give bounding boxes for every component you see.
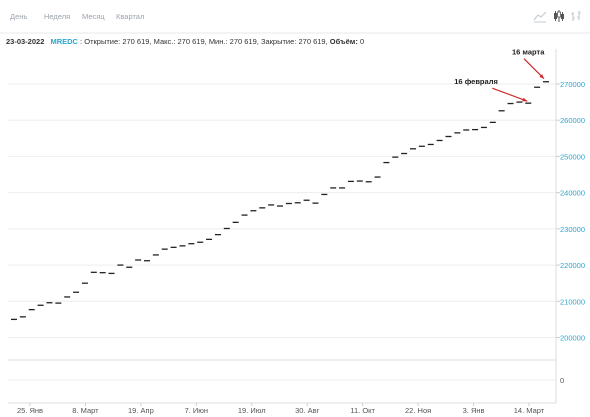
y-tick-label: 210000	[560, 297, 585, 306]
price-chart[interactable]: 200000 210000 220000 230000 240000 250000 2600…	[0, 0, 590, 417]
annotation-label: 16 марта	[512, 48, 545, 57]
x-tick-label: 22. Ноя	[405, 406, 431, 415]
y-tick-label: 270000	[560, 80, 585, 89]
y-tick-label: 200000	[560, 334, 585, 343]
y-tick-label: 250000	[560, 152, 585, 161]
y-tick-label: 240000	[560, 189, 585, 198]
annotation-arrow	[492, 87, 528, 102]
x-tick-label: 19. Июл	[238, 406, 266, 415]
x-tick-label: 7. Июн	[185, 406, 209, 415]
x-tick-label: 3. Янв	[463, 406, 485, 415]
x-tick-label: 30. Авг	[295, 406, 319, 415]
x-tick-label: 19. Апр	[128, 406, 154, 415]
annotation-label: 16 февраля	[454, 77, 498, 86]
x-tick-label: 14. Март	[514, 406, 545, 415]
annotation-arrow-head	[522, 97, 528, 102]
y-tick-label: 230000	[560, 225, 585, 234]
y-tick-label: 220000	[560, 261, 585, 270]
x-tick-label: 8. Март	[72, 406, 99, 415]
y-tick-label: 260000	[560, 116, 585, 125]
x-tick-label: 25. Янв	[17, 406, 43, 415]
volume-tick-label: 0	[560, 376, 564, 385]
x-tick-label: 11. Окт	[350, 406, 375, 415]
